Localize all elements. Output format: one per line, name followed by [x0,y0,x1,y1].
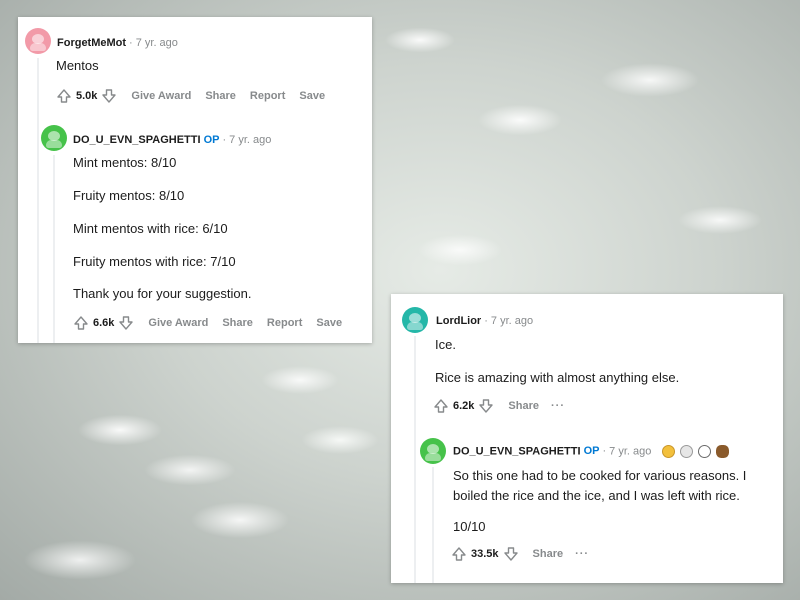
share-button[interactable]: Share [205,90,236,102]
vote-score: 6.2k [453,400,475,412]
share-button[interactable]: Share [508,400,539,412]
reply-line: Mint mentos with rice: 6/10 [73,221,228,236]
give-award-button[interactable]: Give Award [148,317,208,329]
bear-award-icon[interactable] [716,445,730,458]
awards[interactable] [657,445,730,458]
comment-card-mentos: ForgetMeMot · 7 yr. ago Mentos 5.0k Give A… [18,17,372,343]
upvote-icon[interactable] [433,398,449,414]
op-badge: OP [583,445,600,458]
upvote-icon[interactable] [56,88,72,104]
thread-line[interactable] [37,58,39,343]
comment-author[interactable]: ForgetMeMot [57,37,126,49]
downvote-icon[interactable] [101,88,117,104]
vote-control: 6.6k [73,315,134,331]
reply-line: Fruity mentos with rice: 7/10 [73,254,236,269]
comment-line: Ice. [435,337,456,352]
meta-separator: · [484,315,488,327]
comment-body: Mentos [56,58,99,73]
user-avatar[interactable] [41,125,67,151]
report-button[interactable]: Report [250,90,285,102]
comment-meta: LordLior · 7 yr. ago [436,315,533,327]
reply-line: Fruity mentos: 8/10 [73,188,185,203]
coin-award-icon[interactable] [698,445,712,458]
comment-card-ice: LordLior · 7 yr. ago Ice. Rice is amazing … [391,294,783,583]
give-award-button[interactable]: Give Award [131,90,191,102]
comment-actions: 5.0k Give Award Share Report Save [56,87,325,105]
downvote-icon[interactable] [503,546,519,562]
reply-actions: 6.6k Give Award Share Report Save [73,314,342,332]
vote-score: 6.6k [93,317,115,329]
thread-line[interactable] [414,336,416,583]
vote-control: 6.2k [433,398,494,414]
meta-separator: · [129,37,133,49]
comment-time[interactable]: 7 yr. ago [136,37,178,49]
downvote-icon[interactable] [478,398,494,414]
thread-line[interactable] [53,155,55,343]
more-options-icon[interactable]: ··· [551,400,565,412]
vote-control: 33.5k [451,546,519,562]
op-badge: OP [203,134,220,146]
share-button[interactable]: Share [222,317,253,329]
reply-meta: DO_U_EVN_SPAGHETTI OP · 7 yr. ago [453,445,730,458]
thread-line[interactable] [432,467,434,583]
reply-actions: 33.5k Share ··· [451,545,589,563]
user-avatar[interactable] [420,438,446,464]
more-options-icon[interactable]: ··· [575,548,589,560]
report-button[interactable]: Report [267,317,302,329]
vote-score: 5.0k [76,90,98,102]
comment-time[interactable]: 7 yr. ago [491,315,533,327]
reply-line: Mint mentos: 8/10 [73,155,177,170]
reply-line: boiled the rice and the ice, and I was l… [453,488,740,503]
reply-line: So this one had to be cooked for various… [453,468,747,483]
reply-author[interactable]: DO_U_EVN_SPAGHETTI [73,134,201,146]
reply-meta: DO_U_EVN_SPAGHETTI OP · 7 yr. ago [73,134,271,146]
upvote-icon[interactable] [451,546,467,562]
meta-separator: · [602,445,607,458]
meta-separator: · [222,134,227,146]
vote-control: 5.0k [56,88,117,104]
downvote-icon[interactable] [118,315,134,331]
reply-time[interactable]: 7 yr. ago [229,134,271,146]
user-avatar[interactable] [25,28,51,54]
save-button[interactable]: Save [316,317,342,329]
reply-line: 10/10 [453,519,486,534]
reply-line: Thank you for your suggestion. [73,286,252,301]
gold-award-icon[interactable] [662,445,676,458]
share-button[interactable]: Share [533,548,564,560]
comment-line: Rice is amazing with almost anything els… [435,370,680,385]
comment-meta: ForgetMeMot · 7 yr. ago [57,37,178,49]
reply-time[interactable]: 7 yr. ago [609,445,651,457]
save-button[interactable]: Save [299,90,325,102]
user-avatar[interactable] [402,307,428,333]
comment-author[interactable]: LordLior [436,315,481,327]
upvote-icon[interactable] [73,315,89,331]
comment-actions: 6.2k Share ··· [433,397,565,415]
silver-award-icon[interactable] [680,445,694,458]
reply-author[interactable]: DO_U_EVN_SPAGHETTI [453,445,581,457]
vote-score: 33.5k [471,548,499,560]
